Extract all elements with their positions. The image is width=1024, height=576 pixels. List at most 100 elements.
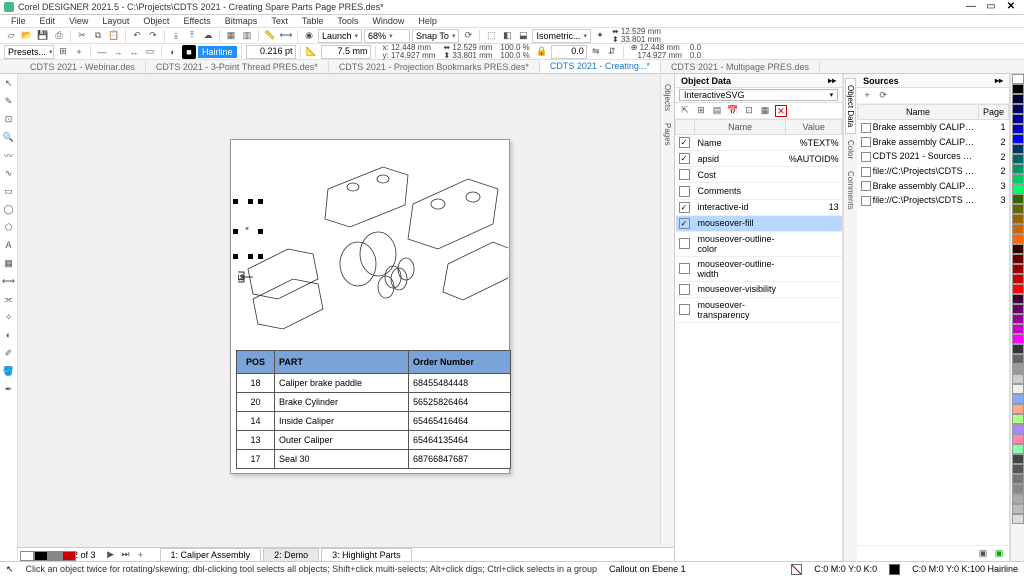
color-swatch[interactable] (1012, 234, 1024, 244)
outline-swatch-icon[interactable] (889, 564, 900, 575)
dimension-tool-icon[interactable]: ⟷ (2, 274, 16, 288)
vtab-color[interactable]: Color (846, 134, 855, 165)
menu-layout[interactable]: Layout (95, 16, 136, 26)
od-icon-3[interactable]: ▤ (711, 105, 723, 117)
menu-effects[interactable]: Effects (176, 16, 217, 26)
add-page2-icon[interactable]: + (135, 550, 147, 560)
ruler-icon[interactable]: 📏 (263, 29, 277, 43)
color-swatch[interactable] (1012, 74, 1024, 84)
od-row[interactable]: mouseover-transparency (676, 297, 842, 322)
color-swatch[interactable] (1012, 324, 1024, 334)
color-swatch[interactable] (1012, 144, 1024, 154)
color-swatch[interactable] (1012, 384, 1024, 394)
maximize-button[interactable]: ▭ (982, 1, 1000, 13)
color-swatch[interactable] (1012, 184, 1024, 194)
od-delete-icon[interactable]: ✕ (775, 105, 787, 117)
tools2-icon[interactable]: ▥ (240, 29, 254, 43)
color-swatch[interactable] (1012, 254, 1024, 264)
color-swatch[interactable] (1012, 114, 1024, 124)
menu-file[interactable]: File (4, 16, 33, 26)
source-row[interactable]: file://C:\Projects\CDTS 2021 - Crea...2 (858, 164, 1009, 179)
flip-h-icon[interactable]: ⇋ (589, 45, 603, 59)
3d2-icon[interactable]: ◧ (500, 29, 514, 43)
snap-dropdown[interactable]: Snap To (412, 29, 459, 43)
color-swatch[interactable] (1012, 274, 1024, 284)
od-row[interactable]: Name%TEXT% (676, 135, 842, 151)
zoom-tool-icon[interactable]: 🔍 (2, 130, 16, 144)
source-row[interactable]: file://C:\Projects\CDTS 2021 - Crea...3 (858, 193, 1009, 208)
doc-tab[interactable]: CDTS 2021 - Webinar.des (20, 61, 146, 73)
color-swatch[interactable] (1012, 194, 1024, 204)
od-row[interactable]: Cost (676, 167, 842, 183)
dim-icon[interactable]: ⟷ (279, 29, 293, 43)
object-data-table[interactable]: NameValueName%TEXT%apsid%AUTOID%CostComm… (675, 119, 842, 561)
doc-tab[interactable]: CDTS 2021 - Multipage PRES.des (661, 61, 820, 73)
color-swatch[interactable] (1012, 174, 1024, 184)
od-row[interactable]: mouseover-outline-width (676, 256, 842, 281)
src-refresh-icon[interactable]: ⟳ (877, 90, 889, 102)
color-swatch[interactable] (1012, 104, 1024, 114)
presets-dropdown[interactable]: Presets... (4, 45, 54, 59)
od-icon-2[interactable]: ⊞ (695, 105, 707, 117)
selection-handles[interactable]: × (233, 199, 263, 259)
import-icon[interactable]: ⤓ (169, 29, 183, 43)
color-swatch[interactable] (1012, 334, 1024, 344)
table-tool-icon[interactable]: ▦ (2, 256, 16, 270)
color-swatch[interactable] (1012, 224, 1024, 234)
copy-icon[interactable]: ⧉ (91, 29, 105, 43)
export-icon[interactable]: ⤒ (185, 29, 199, 43)
od-checkbox[interactable] (679, 202, 690, 213)
od-row[interactable]: mouseover-visibility (676, 281, 842, 297)
tools-icon[interactable]: ▦ (224, 29, 238, 43)
crop-tool-icon[interactable]: ⊡ (2, 112, 16, 126)
od-icon-4[interactable]: 📅 (727, 105, 739, 117)
ellipse-tool-icon[interactable]: ◯ (2, 202, 16, 216)
page-tab[interactable]: 1: Caliper Assembly (160, 548, 262, 561)
axes-icon[interactable]: ✦ (593, 29, 607, 43)
color-swatch[interactable] (1012, 94, 1024, 104)
next-page-icon[interactable]: ▶ (105, 549, 117, 560)
text-tool-icon[interactable]: A (2, 238, 16, 252)
menu-view[interactable]: View (62, 16, 95, 26)
od-icon-1[interactable]: ⇱ (679, 105, 691, 117)
color-swatch[interactable] (1012, 364, 1024, 374)
color-swatch[interactable] (1012, 134, 1024, 144)
menu-window[interactable]: Window (365, 16, 411, 26)
menu-table[interactable]: Table (295, 16, 331, 26)
color-swatch[interactable] (1012, 454, 1024, 464)
src-foot-icon1[interactable]: ▣ (977, 548, 989, 560)
rotation-input[interactable]: 0.0 (551, 45, 587, 59)
page-tab[interactable]: 2: Demo (263, 548, 319, 561)
menu-bitmaps[interactable]: Bitmaps (218, 16, 265, 26)
menu-edit[interactable]: Edit (33, 16, 63, 26)
source-row[interactable]: CDTS 2021 - Sources Docker PRES....2 (858, 149, 1009, 164)
bottom-swatches[interactable] (20, 551, 76, 561)
od-checkbox[interactable] (679, 238, 690, 249)
rectangle-tool-icon[interactable]: ▭ (2, 184, 16, 198)
connector-tool-icon[interactable]: ⫘ (2, 292, 16, 306)
od-row[interactable]: mouseover-fill (676, 215, 842, 231)
eyedropper-tool-icon[interactable]: ✐ (2, 346, 16, 360)
print-icon[interactable]: ⎙ (52, 29, 66, 43)
menu-text[interactable]: Text (264, 16, 295, 26)
transparency-tool-icon[interactable]: ◐ (2, 328, 16, 342)
close-button[interactable]: ✕ (1002, 1, 1020, 13)
menu-object[interactable]: Object (136, 16, 176, 26)
zoom-dropdown[interactable]: 68% (364, 29, 410, 43)
vtab-comments[interactable]: Comments (846, 165, 855, 216)
3d3-icon[interactable]: ⬓ (516, 29, 530, 43)
color-swatch[interactable] (1012, 484, 1024, 494)
open-icon[interactable]: 📂 (20, 29, 34, 43)
color-swatch[interactable] (1012, 414, 1024, 424)
hairline-label[interactable]: Hairline (198, 46, 237, 58)
color-swatch[interactable] (1012, 244, 1024, 254)
cut-icon[interactable]: ✂ (75, 29, 89, 43)
recent-swatch[interactable] (48, 551, 62, 561)
color-swatch[interactable] (1012, 294, 1024, 304)
fillpick1-icon[interactable]: ◐ (166, 45, 180, 59)
color-swatch[interactable] (1012, 84, 1024, 94)
projection-dropdown[interactable]: Isometric... (532, 29, 591, 43)
arrow2-icon[interactable]: ↔ (127, 45, 141, 59)
recent-swatch[interactable] (62, 551, 76, 561)
source-row[interactable]: Brake assembly CALIPER LIST.xls3 (858, 179, 1009, 194)
